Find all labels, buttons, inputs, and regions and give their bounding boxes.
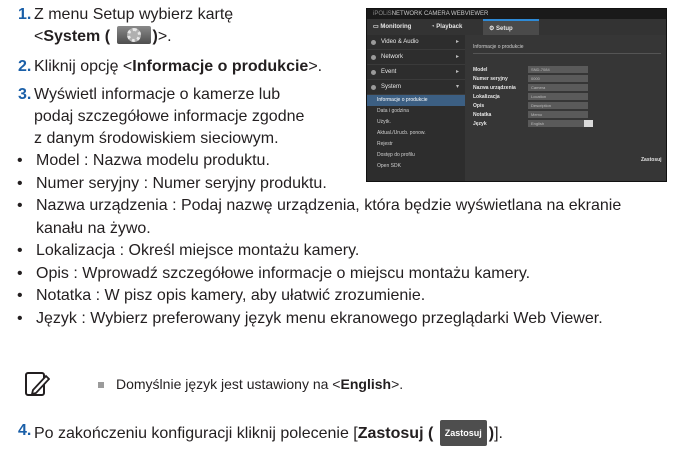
field-serial: Numer seryjny 0000: [473, 75, 663, 83]
apply-button-image: Zastosuj: [439, 420, 487, 446]
field-model: Model SND-7084: [473, 66, 663, 74]
field-language: Język English: [473, 120, 663, 128]
sidebar-sub-product-info[interactable]: Informacje o produkcie: [367, 95, 465, 106]
sidebar-sub-profile-access[interactable]: Dostęp do profilu: [367, 150, 465, 161]
step-number: 1.: [18, 6, 32, 23]
tab-playback[interactable]: ◔ Playback: [425, 19, 481, 35]
sidebar-item-event[interactable]: Event: [367, 65, 465, 80]
setup-icon: ⚙: [489, 26, 497, 32]
step-number: 4.: [18, 422, 32, 439]
webviewer-screenshot: iPOLiSNETWORK CAMERA WEBVIEWER ▭ Monitor…: [366, 8, 667, 182]
list-item: Notatka : W pisz opis kamery, aby ułatwi…: [17, 285, 621, 308]
step-text: Wyświetl informacje o kamerze lub: [34, 86, 281, 103]
step-number: 2.: [18, 58, 32, 75]
webviewer-titlebar: iPOLiSNETWORK CAMERA WEBVIEWER: [367, 9, 666, 19]
step-text: Po zakończeniu konfiguracji kliknij pole…: [34, 420, 503, 446]
note-bullet-square: [98, 382, 104, 388]
list-item: Nazwa urządzenia : Podaj nazwę urządzeni…: [17, 195, 621, 218]
model-value: SND-7084: [528, 66, 588, 73]
webviewer-tabs: ▭ Monitoring ◔ Playback ⚙ Setup: [367, 19, 666, 35]
step-2: 2. Kliknij opcję <Informacje o produkcie…: [18, 56, 363, 78]
location-input[interactable]: Location: [528, 93, 588, 100]
description-input[interactable]: Description: [528, 102, 588, 109]
sidebar-sub-date-time[interactable]: Data i godzina: [367, 106, 465, 117]
step-text: Z menu Setup wybierz kartę: [34, 6, 234, 23]
field-memo: Notatka Memo: [473, 111, 663, 119]
sidebar-item-video-audio[interactable]: Video & Audio: [367, 35, 465, 50]
settings-gear-icon: [116, 26, 151, 44]
chevron-down-icon[interactable]: [584, 120, 593, 127]
step-1: 1. Z menu Setup wybierz kartę <System ( …: [18, 4, 358, 48]
list-item: Lokalizacja : Określ miejsce montażu kam…: [17, 240, 621, 263]
sidebar-item-system[interactable]: System: [367, 80, 465, 95]
serial-value: 0000: [528, 75, 588, 82]
sidebar-item-network[interactable]: Network: [367, 50, 465, 65]
step-4: 4. Po zakończeniu konfiguracji kliknij p…: [18, 420, 663, 446]
setup-sidebar: Video & Audio Network Event System Infor…: [367, 35, 465, 181]
field-device-name: Nazwa urządzenia Camera: [473, 84, 663, 92]
note-pencil-icon: [25, 372, 50, 396]
sidebar-sub-log[interactable]: Rejestr: [367, 139, 465, 150]
sidebar-sub-open-sdk[interactable]: Open SDK: [367, 161, 465, 172]
memo-input[interactable]: Memo: [528, 111, 588, 118]
sidebar-sub-upgrade-reboot[interactable]: Aktual./Urucb. ponow.: [367, 128, 465, 139]
tab-monitoring[interactable]: ▭ Monitoring: [367, 19, 425, 35]
device-name-input[interactable]: Camera: [528, 84, 588, 91]
note-box: Domyślnie język jest ustawiony na <Engli…: [18, 372, 658, 404]
field-location: Lokalizacja Location: [473, 93, 663, 101]
product-info-panel: Informacje o produkcie Model SND-7084 Num…: [465, 35, 666, 181]
divider: [473, 53, 661, 54]
step-text-line3: z danym środowiskiem sieciowym.: [34, 130, 279, 147]
list-item: Język : Wybierz preferowany język menu e…: [17, 308, 621, 331]
note-text: Domyślnie język jest ustawiony na <Engli…: [116, 376, 404, 392]
list-item: Opis : Wprowadź szczegółowe informacje o…: [17, 263, 621, 286]
field-description: Opis Description: [473, 102, 663, 110]
step-text-line2: podaj szczegółowe informacje zgodne: [34, 108, 305, 125]
step-text: Kliknij opcję <Informacje o produkcie>.: [34, 58, 323, 75]
step-3: 3. Wyświetl informacje o kamerze lub pod…: [18, 84, 363, 150]
panel-title: Informacje o produkcie: [473, 44, 524, 50]
tab-setup[interactable]: ⚙ Setup: [483, 19, 539, 35]
step-text-line2: <System ( )>.: [34, 26, 172, 45]
apply-button[interactable]: Zastosuj: [641, 157, 662, 163]
step-number: 3.: [18, 86, 32, 103]
sidebar-sub-user[interactable]: Użytk.: [367, 117, 465, 128]
list-item-continuation: kanału na żywo.: [36, 219, 151, 237]
